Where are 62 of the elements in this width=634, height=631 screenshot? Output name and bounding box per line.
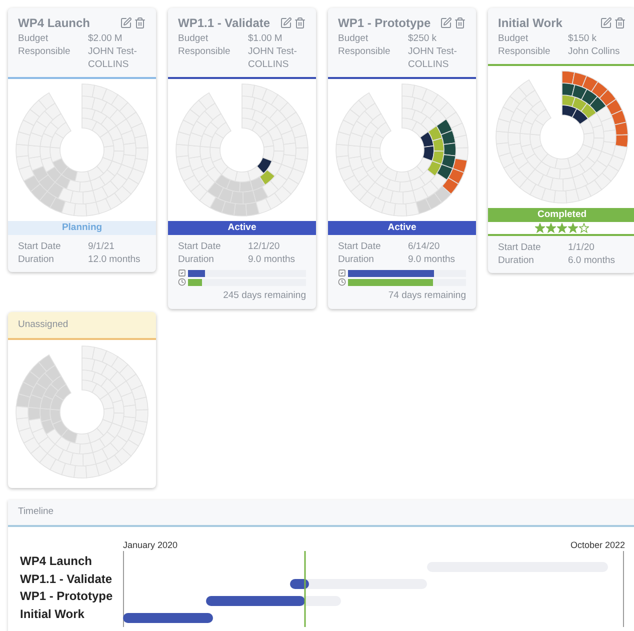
responsible-label: Responsible xyxy=(498,45,552,58)
duration-value: 6.0 months xyxy=(568,254,616,267)
card-title: WP1.1 - Validate xyxy=(178,15,270,32)
delete-icon[interactable] xyxy=(134,17,146,29)
duration-value: 9.0 months xyxy=(408,253,456,266)
end-date-label: October 2022 xyxy=(570,539,625,551)
timeline-row-label: WP1.1 - Validate xyxy=(20,570,114,588)
delete-icon[interactable] xyxy=(294,17,306,29)
status-band: Active xyxy=(328,221,476,235)
start-date-value: 6/14/20 xyxy=(408,240,441,253)
responsible-value: JOHN Test-COLLINS xyxy=(88,45,138,71)
responsible-value: John Collins xyxy=(568,45,621,58)
status-band: Planning xyxy=(8,221,156,235)
duration-label: Duration xyxy=(18,253,55,266)
delete-icon[interactable] xyxy=(614,17,626,29)
unassigned-title: Unassigned xyxy=(18,318,68,332)
budget-label: Budget xyxy=(178,32,210,45)
responsible-label: Responsible xyxy=(18,45,72,59)
edit-icon[interactable] xyxy=(120,17,132,29)
responsible-label: Responsible xyxy=(338,45,392,59)
timeline-title: Timeline xyxy=(18,505,54,520)
budget-label: Budget xyxy=(498,32,530,45)
budget-label: Budget xyxy=(338,32,370,45)
start-date-label: Start Date xyxy=(178,240,222,253)
clock-icon xyxy=(338,278,346,286)
timeline-row-label: Initial Work xyxy=(20,606,86,622)
duration-value: 9.0 months xyxy=(248,253,296,266)
timeline-row-label: WP1 - Prototype xyxy=(20,588,114,605)
edit-icon[interactable] xyxy=(600,17,612,29)
checkbox-icon xyxy=(178,269,186,277)
budget-label: Budget xyxy=(18,32,50,45)
start-date-label: Start Date xyxy=(18,240,62,253)
duration-value: 12.0 months xyxy=(88,253,142,266)
checkbox-icon xyxy=(338,269,346,277)
start-date-value: 9/1/21 xyxy=(88,240,116,253)
start-date-label: Start Date xyxy=(498,241,542,254)
days-remaining: 245 days remaining xyxy=(222,289,306,303)
status-band: Completed xyxy=(488,208,634,222)
budget-value: $150 k xyxy=(568,32,598,45)
timeline-row-label: WP4 Launch xyxy=(20,553,94,570)
edit-icon[interactable] xyxy=(280,17,292,29)
responsible-label: Responsible xyxy=(178,45,232,59)
start-date-value: 12/1/20 xyxy=(248,240,281,253)
days-remaining: 74 days remaining xyxy=(387,289,466,303)
budget-value: $250 k xyxy=(408,32,438,45)
card-title: WP4 Launch xyxy=(18,15,90,32)
duration-label: Duration xyxy=(498,254,535,267)
duration-label: Duration xyxy=(338,253,375,266)
duration-label: Duration xyxy=(178,253,215,266)
card-title: WP1 - Prototype xyxy=(338,15,431,32)
responsible-value: JOHN Test-COLLINS xyxy=(408,45,458,71)
start-date-label: Start Date xyxy=(338,240,382,253)
delete-icon[interactable] xyxy=(454,17,466,29)
status-band: Active xyxy=(168,221,316,235)
start-date-label: January 2020 xyxy=(123,539,178,551)
edit-icon[interactable] xyxy=(440,17,452,29)
budget-value: $1.00 M xyxy=(248,32,284,45)
responsible-value: JOHN Test-COLLINS xyxy=(248,45,298,71)
clock-icon xyxy=(178,278,186,286)
start-date-value: 1/1/20 xyxy=(568,241,596,254)
budget-value: $2.00 M xyxy=(88,32,124,45)
card-title: Initial Work xyxy=(498,15,562,32)
